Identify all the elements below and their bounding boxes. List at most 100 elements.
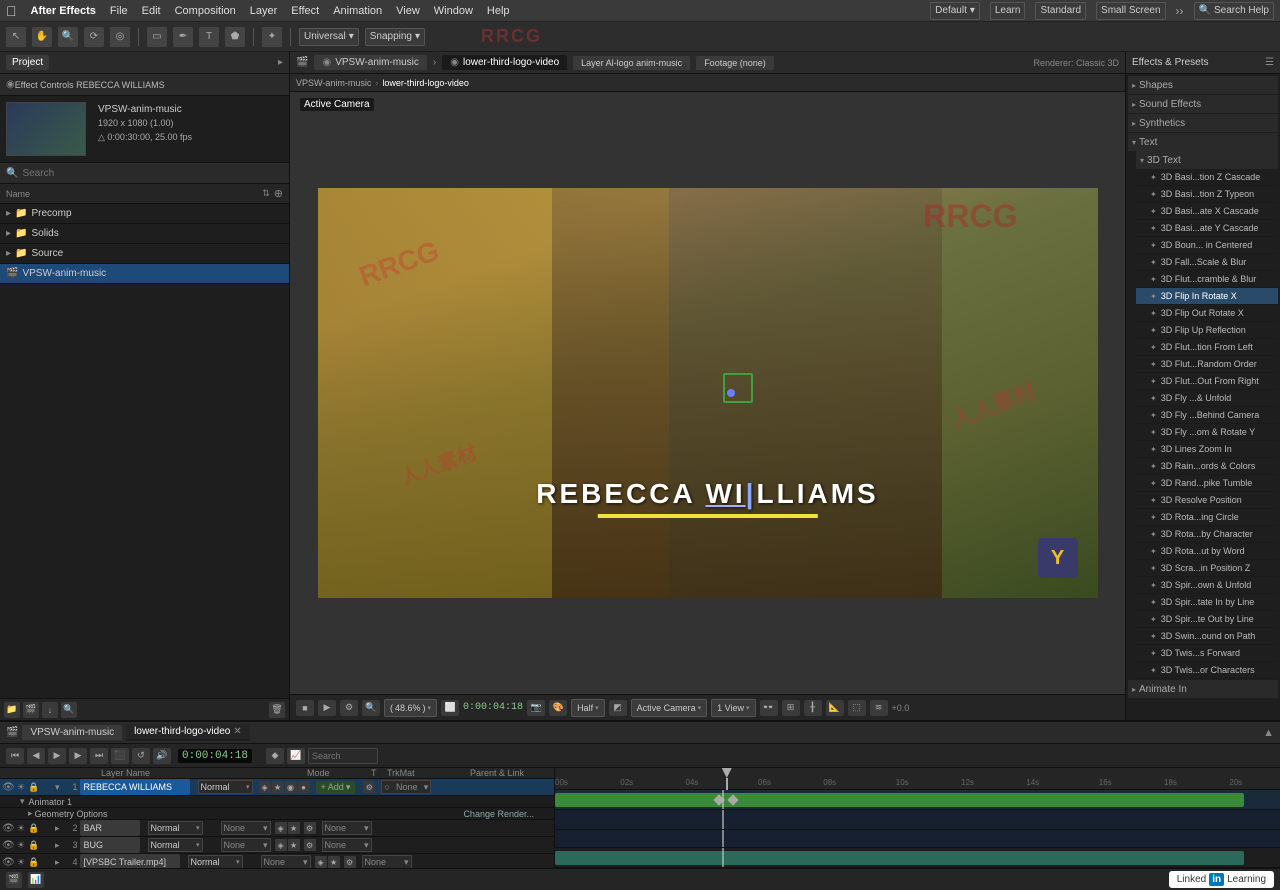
expand-icon[interactable]: ›› bbox=[1176, 4, 1184, 18]
tl-name-box-4[interactable]: [VPSBC Trailer.mp4] bbox=[80, 854, 180, 868]
menu-effect[interactable]: Effect bbox=[291, 5, 319, 17]
project-item-solids[interactable]: ▸ 📁 Solids bbox=[0, 224, 289, 244]
coord-space-dropdown[interactable]: Universal▾ bbox=[299, 28, 359, 46]
tl-solo-2-icon[interactable]: ☀ bbox=[15, 823, 27, 834]
tl-graph-icon[interactable]: 📈 bbox=[287, 748, 305, 764]
tl-collapse-3-icon[interactable]: ▸ bbox=[55, 840, 60, 851]
zoom-button[interactable]: ( 48.6% ) ▾ bbox=[384, 699, 437, 717]
standard-button[interactable]: Standard bbox=[1035, 2, 1086, 20]
menu-help[interactable]: Help bbox=[487, 5, 510, 17]
3d-glasses-icon[interactable]: 👓 bbox=[760, 700, 778, 716]
effect-3d-fly-unfold[interactable]: ✦3D Fly ...& Unfold bbox=[1136, 390, 1278, 407]
effect-3d-flip-out-rotate-x[interactable]: ✦3D Flip Out Rotate X bbox=[1136, 305, 1278, 322]
animate-in-header[interactable]: ▸ Animate In bbox=[1128, 680, 1278, 698]
effect-3d-flut-from-left[interactable]: ✦3D Flut...tion From Left bbox=[1136, 339, 1278, 356]
tl-parent-4[interactable]: None ▾ bbox=[362, 855, 412, 868]
tl-time-display[interactable]: 0:00:04:18 bbox=[178, 749, 252, 763]
tl-loop-icon[interactable]: ↺ bbox=[132, 748, 150, 764]
tl-solo-1-icon[interactable]: ☀ bbox=[15, 782, 27, 793]
tl-name-box-1[interactable]: REBECCA WILLIAMS bbox=[80, 779, 190, 795]
tl-icon-1a[interactable]: ◈ bbox=[259, 781, 271, 793]
tl-icon-1e[interactable]: ⚙ bbox=[363, 781, 375, 793]
resolution-button[interactable]: Half ▾ bbox=[571, 699, 605, 717]
tl-prev-frame-icon[interactable]: ◀ bbox=[27, 748, 45, 764]
tl-icon-1d[interactable]: ● bbox=[298, 781, 310, 793]
project-tab[interactable]: Project bbox=[6, 55, 49, 70]
tl-eye-1-icon[interactable]: 👁 bbox=[2, 782, 14, 793]
project-item-source[interactable]: ▸ 📁 Source bbox=[0, 244, 289, 264]
effect-3d-flip-in-rotate-x[interactable]: ✦3D Flip In Rotate X bbox=[1136, 288, 1278, 305]
sound-effects-group-header[interactable]: ▸ Sound Effects bbox=[1128, 95, 1278, 113]
tl-name-box-2[interactable]: BAR bbox=[80, 820, 140, 836]
effect-3d-twis-characters[interactable]: ✦3D Twis...or Characters bbox=[1136, 662, 1278, 679]
effect-3d-spir-unfold[interactable]: ✦3D Spir...own & Unfold bbox=[1136, 577, 1278, 594]
effect-3d-basi-z-typeon[interactable]: ✦3D Basi...tion Z Typeon bbox=[1136, 186, 1278, 203]
effect-3d-rain-colors[interactable]: ✦3D Rain...ords & Colors bbox=[1136, 458, 1278, 475]
tl-layer-1[interactable]: 👁 ☀ 🔒 ▾ 1 REBECCA WILLIAMS Normal ▾ bbox=[0, 779, 554, 796]
tl-solo-4-icon[interactable]: ☀ bbox=[15, 857, 27, 868]
new-folder-icon[interactable]: 📁 bbox=[4, 702, 20, 718]
tl-icon-3c[interactable]: ⚙ bbox=[304, 839, 316, 851]
effect-3d-rota-word[interactable]: ✦3D Rota...ut by Word bbox=[1136, 543, 1278, 560]
tl-trkmat-3[interactable]: None ▾ bbox=[221, 838, 271, 852]
effect-3d-swin-path[interactable]: ✦3D Swin...ound on Path bbox=[1136, 628, 1278, 645]
transparency-icon[interactable]: ◩ bbox=[609, 700, 627, 716]
effect-3d-lines-zoom-in[interactable]: ✦3D Lines Zoom In bbox=[1136, 441, 1278, 458]
tl-solo-3-icon[interactable]: ☀ bbox=[15, 840, 27, 851]
effect-3d-resolve-position[interactable]: ✦3D Resolve Position bbox=[1136, 492, 1278, 509]
tl-eye-3-icon[interactable]: 👁 bbox=[2, 840, 14, 851]
tl-end-icon[interactable]: ⏭ bbox=[90, 748, 108, 764]
viewport-settings-icon[interactable]: ⚙ bbox=[340, 700, 358, 716]
tl-audio-icon[interactable]: 🔊 bbox=[153, 748, 171, 764]
tl-icon-4c[interactable]: ⚙ bbox=[344, 856, 356, 868]
tl-icon-4a[interactable]: ◈ bbox=[315, 856, 327, 868]
tl-parent-2[interactable]: None ▾ bbox=[322, 821, 372, 835]
menu-view[interactable]: View bbox=[396, 5, 420, 17]
delete-icon[interactable]: 🗑 bbox=[269, 702, 285, 718]
tl-collapse-1-icon[interactable]: ▾ bbox=[55, 782, 60, 793]
tl-collapse-4-icon[interactable]: ▸ bbox=[55, 857, 60, 868]
workspace-dropdown[interactable]: Default ▾ bbox=[930, 2, 980, 20]
shape-tool-icon[interactable]: ⬟ bbox=[225, 27, 245, 47]
effect-3d-flut-from-right[interactable]: ✦3D Flut...Out From Right bbox=[1136, 373, 1278, 390]
transport-play-icon[interactable]: ▶ bbox=[318, 700, 336, 716]
tl-sub-animator-1[interactable]: ▾ Animator 1 bbox=[0, 796, 554, 808]
tl-icon-1c[interactable]: ◉ bbox=[285, 781, 297, 793]
tl-tab-vpsw[interactable]: VPSW-anim-music bbox=[22, 725, 122, 740]
import-icon[interactable]: ↓ bbox=[42, 702, 58, 718]
select-tool-icon[interactable]: ↖ bbox=[6, 27, 26, 47]
view-button[interactable]: 1 View ▾ bbox=[711, 699, 755, 717]
3d-text-header[interactable]: ▾ 3D Text bbox=[1136, 151, 1278, 169]
snapping-dropdown[interactable]: Snapping▾ bbox=[365, 28, 425, 46]
tl-sub-geometry[interactable]: ▸ Geometry Options Change Render... bbox=[0, 808, 554, 820]
tl-new-comp-icon[interactable]: 🎬 bbox=[6, 872, 22, 888]
rotate-tool-icon[interactable]: ⟳ bbox=[84, 27, 104, 47]
mask-tool-icon[interactable]: ▭ bbox=[147, 27, 167, 47]
tl-tab-lower-third[interactable]: lower-third-logo-video ✕ bbox=[126, 724, 250, 741]
layer-tab[interactable]: Layer Al-logo anim-music bbox=[573, 56, 690, 70]
tl-icon-2c[interactable]: ⚙ bbox=[304, 822, 316, 834]
rulers-icon[interactable]: 📐 bbox=[826, 700, 844, 716]
effect-3d-flip-up-reflection[interactable]: ✦3D Flip Up Reflection bbox=[1136, 322, 1278, 339]
search-project-icon[interactable]: 🔍 bbox=[61, 702, 77, 718]
puppet-tool-icon[interactable]: ✦ bbox=[262, 27, 282, 47]
effect-3d-rand-tumble[interactable]: ✦3D Rand...pike Tumble bbox=[1136, 475, 1278, 492]
snapshot-icon[interactable]: 📷 bbox=[527, 700, 545, 716]
tl-tab-close-icon[interactable]: ✕ bbox=[233, 726, 241, 737]
grid-icon[interactable]: ⊞ bbox=[782, 700, 800, 716]
effect-3d-basi-x-cascade[interactable]: ✦3D Basi...ate X Cascade bbox=[1136, 203, 1278, 220]
tl-icon-2b[interactable]: ★ bbox=[288, 822, 300, 834]
tl-rewind-icon[interactable]: ⏮ bbox=[6, 748, 24, 764]
text-group-header[interactable]: ▾ Text bbox=[1128, 133, 1278, 151]
tl-graph-icon[interactable]: 📊 bbox=[28, 872, 44, 888]
menu-window[interactable]: Window bbox=[434, 5, 473, 17]
effect-3d-twis-forward[interactable]: ✦3D Twis...s Forward bbox=[1136, 645, 1278, 662]
frame-icon[interactable]: ⬚ bbox=[848, 700, 866, 716]
effect-3d-boun-centered[interactable]: ✦3D Boun... in Centered bbox=[1136, 237, 1278, 254]
tl-next-frame-icon[interactable]: ▶ bbox=[69, 748, 87, 764]
project-item-precomp[interactable]: ▸ 📁 Precomp bbox=[0, 204, 289, 224]
tl-eye-2-icon[interactable]: 👁 bbox=[2, 823, 14, 834]
hand-tool-icon[interactable]: ✋ bbox=[32, 27, 52, 47]
menu-file[interactable]: File bbox=[110, 5, 128, 17]
new-comp-icon[interactable]: ⊕ bbox=[274, 187, 283, 200]
